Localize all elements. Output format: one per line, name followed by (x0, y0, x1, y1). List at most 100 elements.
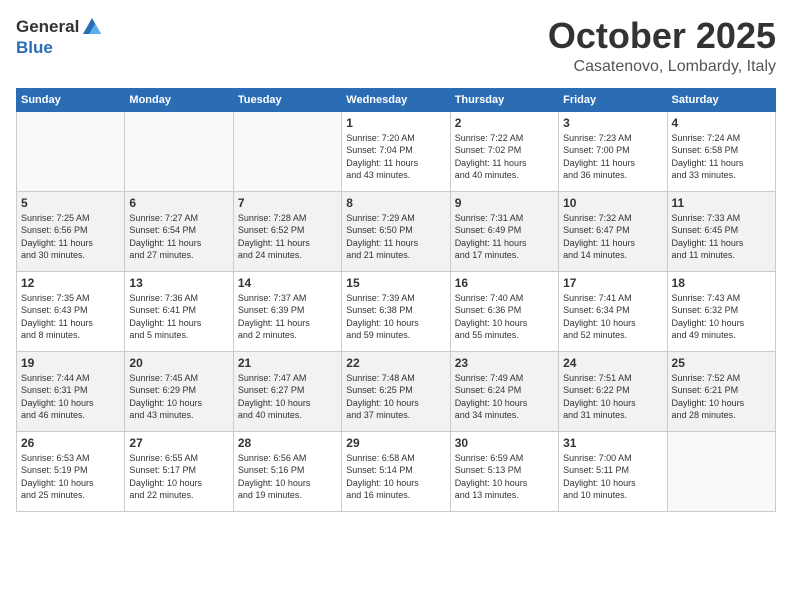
table-row: 28Sunrise: 6:56 AMSunset: 5:16 PMDayligh… (233, 431, 341, 511)
table-row: 22Sunrise: 7:48 AMSunset: 6:25 PMDayligh… (342, 351, 450, 431)
page: General Blue October 2025 Casatenovo, Lo… (0, 0, 792, 612)
table-row: 24 Sunrise: 7:51 AMSunset: 6:22 PMDayligh… (559, 351, 667, 431)
day-number: 29 (346, 436, 445, 450)
table-row: 18Sunrise: 7:43 AMSunset: 6:32 PMDayligh… (667, 271, 775, 351)
day-info: Sunrise: 7:45 AMSunset: 6:29 PMDaylight:… (129, 372, 228, 422)
col-thursday: Thursday (450, 88, 558, 111)
logo: General Blue (16, 16, 103, 58)
col-wednesday: Wednesday (342, 88, 450, 111)
logo-icon (81, 16, 103, 38)
day-number: 30 (455, 436, 554, 450)
col-saturday: Saturday (667, 88, 775, 111)
day-info: Sunrise: 7:47 AMSunset: 6:27 PMDaylight:… (238, 372, 337, 422)
table-row: 19 Sunrise: 7:44 AMSunset: 6:31 PMDayligh… (17, 351, 125, 431)
day-info: Sunrise: 6:55 AMSunset: 5:17 PMDaylight:… (129, 452, 228, 502)
table-row: 4 Sunrise: 7:24 AMSunset: 6:58 PMDaylight… (667, 111, 775, 191)
table-row: 16 Sunrise: 7:40 AMSunset: 6:36 PMDayligh… (450, 271, 558, 351)
table-row: 31 Sunrise: 7:00 AMSunset: 5:11 PMDayligh… (559, 431, 667, 511)
day-number: 27 (129, 436, 228, 450)
table-row: 15 Sunrise: 7:39 AMSunset: 6:38 PMDayligh… (342, 271, 450, 351)
day-info: Sunrise: 6:53 AMSunset: 5:19 PMDaylight:… (21, 452, 120, 502)
day-number: 17 (563, 276, 662, 290)
table-row: 5 Sunrise: 7:25 AMSunset: 6:56 PMDaylight… (17, 191, 125, 271)
day-info: Sunrise: 6:59 AMSunset: 5:13 PMDaylight:… (455, 452, 554, 502)
day-number: 20 (129, 356, 228, 370)
day-info: Sunrise: 7:51 AMSunset: 6:22 PMDaylight:… (563, 372, 662, 422)
table-row (233, 111, 341, 191)
logo-general-text: General (16, 17, 79, 37)
day-info: Sunrise: 7:23 AMSunset: 7:00 PMDaylight:… (563, 132, 662, 182)
table-row: 25 Sunrise: 7:52 AMSunset: 6:21 PMDayligh… (667, 351, 775, 431)
day-number: 16 (455, 276, 554, 290)
day-number: 21 (238, 356, 337, 370)
day-info: Sunrise: 7:41 AMSunset: 6:34 PMDaylight:… (563, 292, 662, 342)
table-row: 7 Sunrise: 7:28 AMSunset: 6:52 PMDaylight… (233, 191, 341, 271)
col-tuesday: Tuesday (233, 88, 341, 111)
calendar: Sunday Monday Tuesday Wednesday Thursday… (16, 88, 776, 512)
table-row: 23 Sunrise: 7:49 AMSunset: 6:24 PMDayligh… (450, 351, 558, 431)
calendar-week-row: 12Sunrise: 7:35 AMSunset: 6:43 PMDayligh… (17, 271, 776, 351)
day-number: 10 (563, 196, 662, 210)
day-number: 14 (238, 276, 337, 290)
day-info: Sunrise: 7:31 AMSunset: 6:49 PMDaylight:… (455, 212, 554, 262)
table-row (125, 111, 233, 191)
day-number: 1 (346, 116, 445, 130)
day-number: 11 (672, 196, 771, 210)
calendar-week-row: 19 Sunrise: 7:44 AMSunset: 6:31 PMDayligh… (17, 351, 776, 431)
day-number: 8 (346, 196, 445, 210)
table-row: 3 Sunrise: 7:23 AMSunset: 7:00 PMDaylight… (559, 111, 667, 191)
header: General Blue October 2025 Casatenovo, Lo… (16, 16, 776, 76)
day-info: Sunrise: 7:39 AMSunset: 6:38 PMDaylight:… (346, 292, 445, 342)
table-row: 1 Sunrise: 7:20 AMSunset: 7:04 PMDaylight… (342, 111, 450, 191)
day-number: 5 (21, 196, 120, 210)
day-number: 31 (563, 436, 662, 450)
day-info: Sunrise: 7:52 AMSunset: 6:21 PMDaylight:… (672, 372, 771, 422)
day-number: 19 (21, 356, 120, 370)
day-info: Sunrise: 7:00 AMSunset: 5:11 PMDaylight:… (563, 452, 662, 502)
day-number: 15 (346, 276, 445, 290)
col-monday: Monday (125, 88, 233, 111)
day-number: 24 (563, 356, 662, 370)
day-number: 3 (563, 116, 662, 130)
calendar-week-row: 5 Sunrise: 7:25 AMSunset: 6:56 PMDaylight… (17, 191, 776, 271)
table-row: 8 Sunrise: 7:29 AMSunset: 6:50 PMDaylight… (342, 191, 450, 271)
day-number: 4 (672, 116, 771, 130)
day-info: Sunrise: 7:25 AMSunset: 6:56 PMDaylight:… (21, 212, 120, 262)
day-number: 22 (346, 356, 445, 370)
day-number: 9 (455, 196, 554, 210)
day-number: 13 (129, 276, 228, 290)
day-number: 2 (455, 116, 554, 130)
day-info: Sunrise: 7:33 AMSunset: 6:45 PMDaylight:… (672, 212, 771, 262)
day-info: Sunrise: 7:43 AMSunset: 6:32 PMDaylight:… (672, 292, 771, 342)
calendar-header-row: Sunday Monday Tuesday Wednesday Thursday… (17, 88, 776, 111)
table-row: 13 Sunrise: 7:36 AMSunset: 6:41 PMDayligh… (125, 271, 233, 351)
calendar-week-row: 1 Sunrise: 7:20 AMSunset: 7:04 PMDaylight… (17, 111, 776, 191)
table-row: 6Sunrise: 7:27 AMSunset: 6:54 PMDaylight… (125, 191, 233, 271)
table-row (667, 431, 775, 511)
day-info: Sunrise: 7:40 AMSunset: 6:36 PMDaylight:… (455, 292, 554, 342)
day-info: Sunrise: 6:58 AMSunset: 5:14 PMDaylight:… (346, 452, 445, 502)
table-row: 10Sunrise: 7:32 AMSunset: 6:47 PMDayligh… (559, 191, 667, 271)
day-info: Sunrise: 7:36 AMSunset: 6:41 PMDaylight:… (129, 292, 228, 342)
table-row: 9 Sunrise: 7:31 AMSunset: 6:49 PMDaylight… (450, 191, 558, 271)
table-row: 12Sunrise: 7:35 AMSunset: 6:43 PMDayligh… (17, 271, 125, 351)
table-row: 20 Sunrise: 7:45 AMSunset: 6:29 PMDayligh… (125, 351, 233, 431)
day-info: Sunrise: 7:24 AMSunset: 6:58 PMDaylight:… (672, 132, 771, 182)
day-info: Sunrise: 7:22 AMSunset: 7:02 PMDaylight:… (455, 132, 554, 182)
table-row: 21 Sunrise: 7:47 AMSunset: 6:27 PMDayligh… (233, 351, 341, 431)
calendar-week-row: 26Sunrise: 6:53 AMSunset: 5:19 PMDayligh… (17, 431, 776, 511)
day-info: Sunrise: 7:28 AMSunset: 6:52 PMDaylight:… (238, 212, 337, 262)
day-info: Sunrise: 7:44 AMSunset: 6:31 PMDaylight:… (21, 372, 120, 422)
day-info: Sunrise: 7:20 AMSunset: 7:04 PMDaylight:… (346, 132, 445, 182)
day-number: 12 (21, 276, 120, 290)
day-info: Sunrise: 7:29 AMSunset: 6:50 PMDaylight:… (346, 212, 445, 262)
day-number: 23 (455, 356, 554, 370)
title-block: October 2025 Casatenovo, Lombardy, Italy (548, 16, 776, 76)
day-number: 25 (672, 356, 771, 370)
day-number: 7 (238, 196, 337, 210)
day-info: Sunrise: 7:49 AMSunset: 6:24 PMDaylight:… (455, 372, 554, 422)
day-info: Sunrise: 7:37 AMSunset: 6:39 PMDaylight:… (238, 292, 337, 342)
day-number: 28 (238, 436, 337, 450)
table-row (17, 111, 125, 191)
table-row: 29 Sunrise: 6:58 AMSunset: 5:14 PMDayligh… (342, 431, 450, 511)
